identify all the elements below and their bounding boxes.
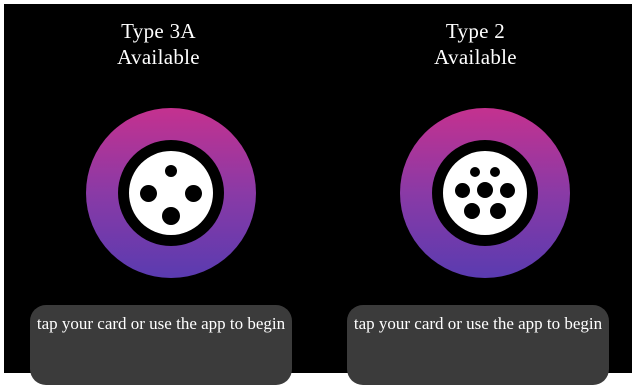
plug-pin [165,165,177,177]
connector-panel-type-2[interactable]: Type 2 Available tap your card or use th… [317,0,634,385]
connector-ring[interactable] [400,108,570,278]
connector-type-label: Type 2 [445,19,506,43]
type-3a-plug-icon [129,151,213,235]
plug-pin [464,203,480,219]
plug-pin [490,203,506,219]
charger-screen: Type 3A Available tap your card or use t… [0,0,635,385]
plug-pin [470,167,480,177]
connector-status: Available [117,45,200,69]
connector-title: Type 3A Available [0,18,317,70]
connector-ring[interactable] [86,108,256,278]
plug-pin [140,185,157,202]
connector-status: Available [434,45,517,69]
plug-pin [500,183,515,198]
ring-inner-circle [118,140,224,246]
plug-pin [162,207,180,225]
instruction-box: tap your card or use the app to begin [30,305,292,385]
connector-title: Type 2 Available [317,18,634,70]
plug-pin [455,183,470,198]
instruction-text: tap your card or use the app to begin [36,314,286,333]
ring-inner-circle [432,140,538,246]
type-2-plug-icon [443,151,527,235]
connector-panel-type-3a[interactable]: Type 3A Available tap your card or use t… [0,0,317,385]
plug-pin [477,182,493,198]
plug-pin [490,167,500,177]
instruction-box: tap your card or use the app to begin [347,305,609,385]
plug-pin [185,185,202,202]
connector-type-label: Type 3A [121,19,196,43]
instruction-text: tap your card or use the app to begin [353,314,603,333]
